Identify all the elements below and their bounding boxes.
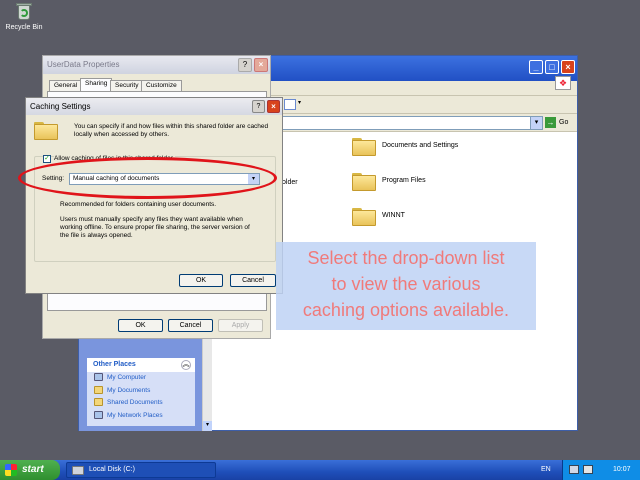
other-places-panel: Other Places ︽ My Computer My Documents …: [87, 358, 195, 426]
ok-button[interactable]: OK: [118, 319, 163, 332]
other-places-shared-documents[interactable]: Shared Documents: [87, 397, 195, 410]
tab-customize[interactable]: Customize: [141, 80, 182, 91]
tab-sharing[interactable]: Sharing: [80, 78, 113, 91]
close-button[interactable]: ×: [254, 58, 268, 72]
folder-winnt[interactable]: WINNT: [352, 206, 405, 228]
taskbar: start Local Disk (C:) EN 10:07: [0, 460, 640, 480]
recycle-bin-desktop-icon[interactable]: Recycle Bin: [4, 2, 44, 31]
views-dropdown-arrow-icon[interactable]: ▾: [298, 99, 301, 106]
my-computer-icon: [94, 373, 103, 382]
description-line-2: locally when accessed by others.: [74, 131, 170, 138]
other-places-my-computer[interactable]: My Computer: [87, 372, 195, 385]
apply-button[interactable]: Apply: [218, 319, 263, 332]
go-label: Go: [559, 119, 569, 126]
drive-icon: [72, 466, 84, 475]
tab-security[interactable]: Security: [110, 80, 144, 91]
scroll-down-arrow-icon[interactable]: ▾: [203, 421, 212, 431]
start-button[interactable]: start: [0, 460, 60, 480]
my-network-places-icon: [94, 410, 103, 419]
maximize-button[interactable]: □: [545, 60, 559, 74]
language-indicator[interactable]: EN: [541, 460, 551, 480]
description-line-1: You can specify if and how files within …: [74, 123, 269, 130]
volume-icon[interactable]: [583, 465, 593, 474]
ok-button[interactable]: OK: [179, 274, 223, 287]
start-label: start: [22, 464, 44, 475]
folder-icon: [352, 171, 376, 191]
close-button[interactable]: ×: [267, 100, 280, 113]
cancel-button[interactable]: Cancel: [230, 274, 276, 287]
shared-folder-icon: [34, 120, 58, 140]
folder-icon: [352, 206, 376, 226]
note-line-3: the file is always opened.: [60, 232, 133, 239]
allow-caching-checkbox[interactable]: ✓: [43, 155, 51, 163]
my-documents-icon: [94, 385, 103, 394]
shared-documents-icon: [94, 398, 103, 407]
recycle-bin-icon: [15, 2, 33, 22]
minimize-button[interactable]: _: [529, 60, 543, 74]
windows-flag-icon: [5, 464, 17, 476]
collapse-chevron-icon[interactable]: ︽: [181, 360, 191, 370]
tab-general[interactable]: General: [49, 80, 83, 91]
caching-dialog-title[interactable]: Caching Settings: [26, 98, 282, 115]
go-arrow-icon: →: [545, 116, 556, 128]
callout-line-2: to view the various: [331, 274, 481, 294]
instruction-callout: Select the drop-down list to view the va…: [276, 242, 536, 330]
note-line-2: working offline. To ensure proper file s…: [60, 224, 250, 231]
other-places-my-documents[interactable]: My Documents: [87, 385, 195, 398]
network-icon[interactable]: [569, 465, 579, 474]
recommended-text: Recommended for folders containing user …: [60, 201, 217, 208]
callout-line-3: caching options available.: [302, 300, 510, 320]
help-button[interactable]: ?: [238, 58, 252, 72]
callout-line-1: Select the drop-down list: [307, 248, 505, 268]
folder-program-files[interactable]: Program Files: [352, 171, 426, 193]
taskbar-item-label: Local Disk (C:): [89, 466, 135, 473]
folder-icon: [352, 136, 376, 156]
folder-documents-and-settings[interactable]: Documents and Settings: [352, 136, 458, 158]
system-tray: EN 10:07: [541, 460, 640, 480]
windows-logo-icon: ❖: [555, 76, 571, 90]
go-button[interactable]: → Go: [545, 116, 573, 130]
other-places-header[interactable]: Other Places: [87, 358, 195, 372]
recycle-bin-label: Recycle Bin: [5, 24, 43, 31]
help-button[interactable]: ?: [252, 100, 265, 113]
taskbar-item-local-disk[interactable]: Local Disk (C:): [66, 462, 216, 478]
other-places-my-network-places[interactable]: My Network Places: [87, 410, 195, 423]
highlight-ellipse: [18, 157, 277, 199]
cancel-button[interactable]: Cancel: [168, 319, 213, 332]
properties-dialog-title[interactable]: UserData Properties: [43, 56, 270, 74]
clock[interactable]: 10:07: [613, 460, 631, 480]
views-icon[interactable]: [284, 99, 296, 110]
explorer-window-controls: _ □ ×: [527, 60, 575, 74]
address-dropdown-icon[interactable]: ▾: [530, 116, 543, 130]
note-line-1: Users must manually specify any files th…: [60, 216, 243, 223]
partial-folder-label[interactable]: older: [282, 179, 298, 186]
close-button[interactable]: ×: [561, 60, 575, 74]
